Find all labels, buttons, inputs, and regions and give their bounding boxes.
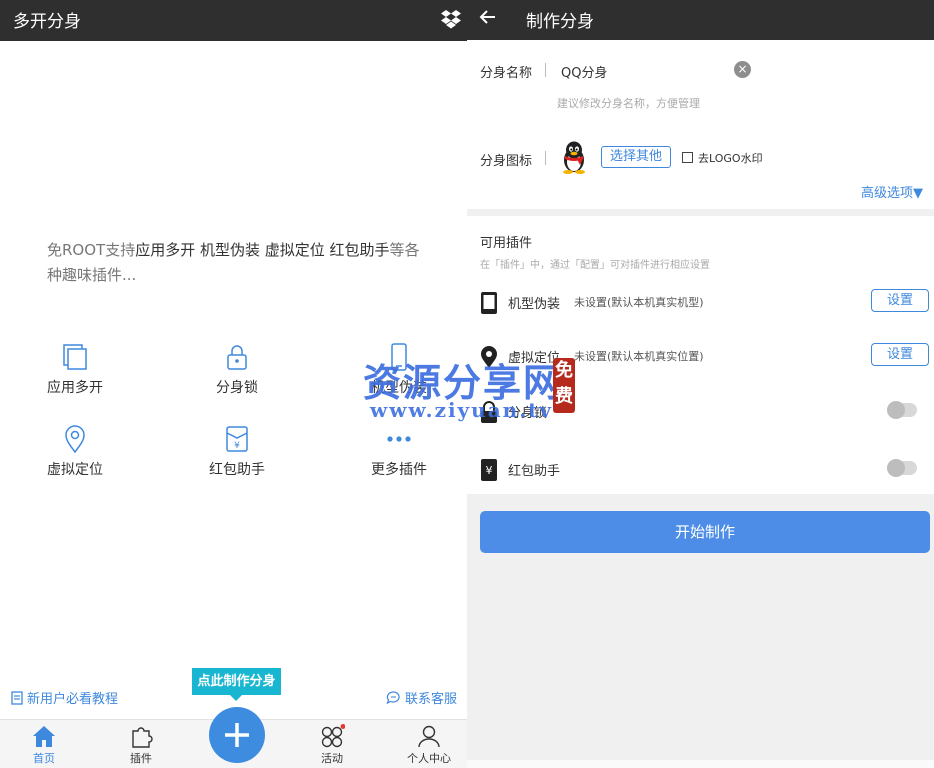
bottom-strip bbox=[467, 760, 934, 768]
tab-label: 首页 bbox=[33, 752, 55, 765]
svg-text:¥: ¥ bbox=[234, 441, 240, 451]
tutorial-link[interactable]: 新用户必看教程 bbox=[11, 688, 118, 707]
notification-badge bbox=[340, 724, 345, 729]
tab-label: 插件 bbox=[130, 752, 152, 765]
plugin-name: 红包助手 bbox=[508, 464, 561, 479]
tab-home[interactable]: 首页 bbox=[9, 724, 79, 766]
feature-label: 应用多开 bbox=[47, 380, 103, 396]
plugin-row-device: 机型伪装 未设置(默认本机真实机型) 设置 bbox=[467, 286, 934, 316]
chat-icon bbox=[386, 690, 400, 704]
phone-icon bbox=[481, 292, 497, 314]
clear-icon[interactable]: × bbox=[734, 61, 751, 78]
remove-logo-label: 去LOGO水印 bbox=[698, 152, 763, 165]
tab-profile[interactable]: 个人中心 bbox=[394, 724, 464, 766]
feature-label: 红包助手 bbox=[209, 462, 265, 478]
divider bbox=[545, 63, 546, 77]
name-label: 分身名称 bbox=[480, 66, 533, 81]
intro-highlight: 应用多开 机型伪装 虚拟定位 红包助手 bbox=[135, 241, 390, 259]
plugin-name: 机型伪装 bbox=[508, 297, 561, 312]
feature-label: 虚拟定位 bbox=[47, 462, 103, 478]
create-clone-tip: 点此制作分身 bbox=[192, 668, 281, 701]
tab-plugins[interactable]: 插件 bbox=[106, 724, 176, 766]
plus-icon bbox=[225, 723, 249, 747]
home-top-bar: 多开分身 bbox=[0, 0, 467, 41]
red-packet-icon: ¥ bbox=[226, 426, 248, 452]
user-icon bbox=[418, 725, 440, 748]
copy-icon bbox=[63, 344, 87, 370]
more-icon bbox=[387, 436, 411, 442]
watermark-seal: 免费 bbox=[553, 358, 575, 413]
page-title: 制作分身 bbox=[526, 12, 594, 32]
intro-prefix: 免ROOT支持 bbox=[47, 241, 136, 259]
feature-app-clone[interactable]: 应用多开 bbox=[20, 342, 130, 397]
lock-icon bbox=[227, 345, 247, 370]
feature-lock[interactable]: 分身锁 bbox=[182, 342, 292, 397]
location-settings-button[interactable]: 设置 bbox=[871, 343, 929, 366]
plugins-subtitle: 在「插件」中，通过「配置」可对插件进行相应设置 bbox=[480, 260, 710, 271]
red-packet-icon: ¥ bbox=[481, 459, 497, 481]
plugins-title: 可用插件 bbox=[480, 236, 533, 251]
plugin-desc: 未设置(默认本机真实位置) bbox=[574, 350, 704, 363]
app-title: 多开分身 bbox=[13, 12, 81, 32]
feature-virtual-location[interactable]: 虚拟定位 bbox=[20, 424, 130, 479]
clone-info-card: 分身名称 QQ分身 × 建议修改分身名称，方便管理 分身图标 选择其他 去LOG… bbox=[467, 40, 934, 209]
screenshot-root: 多开分身 免ROOT支持应用多开 机型伪装 虚拟定位 红包助手等各种趣味插件..… bbox=[0, 0, 934, 768]
lock-toggle[interactable] bbox=[887, 401, 917, 419]
clone-name-input[interactable]: QQ分身 bbox=[561, 62, 607, 81]
plugin-desc: 未设置(默认本机真实机型) bbox=[574, 296, 704, 309]
divider bbox=[545, 151, 546, 165]
icon-label: 分身图标 bbox=[480, 154, 533, 169]
tab-label: 活动 bbox=[321, 752, 343, 765]
name-hint: 建议修改分身名称，方便管理 bbox=[557, 97, 700, 110]
plugin-row-red-packet: ¥ 红包助手 bbox=[467, 453, 934, 483]
create-top-bar: 制作分身 bbox=[467, 0, 934, 40]
intro-text: 免ROOT支持应用多开 机型伪装 虚拟定位 红包助手等各种趣味插件... bbox=[47, 238, 432, 288]
create-clone-fab[interactable] bbox=[209, 707, 265, 763]
back-arrow-icon[interactable] bbox=[479, 8, 497, 26]
start-create-button[interactable]: 开始制作 bbox=[480, 511, 930, 553]
support-link-label: 联系客服 bbox=[405, 692, 458, 707]
support-link[interactable]: 联系客服 bbox=[386, 688, 457, 707]
feature-more-plugins[interactable]: 更多插件 bbox=[344, 424, 454, 479]
puzzle-icon bbox=[132, 727, 153, 748]
tutorial-link-label: 新用户必看教程 bbox=[27, 692, 119, 707]
feature-red-packet[interactable]: ¥ 红包助手 bbox=[182, 424, 292, 479]
qq-penguin-icon[interactable] bbox=[560, 140, 588, 174]
dropbox-icon[interactable] bbox=[440, 8, 462, 30]
advanced-options-toggle[interactable]: 高级选项▼ bbox=[861, 182, 923, 201]
device-settings-button[interactable]: 设置 bbox=[871, 289, 929, 312]
remove-logo-checkbox[interactable] bbox=[682, 152, 693, 163]
location-icon bbox=[65, 425, 85, 454]
svg-text:¥: ¥ bbox=[486, 464, 493, 477]
home-icon bbox=[33, 726, 55, 747]
activity-icon bbox=[321, 724, 345, 748]
book-icon bbox=[11, 690, 23, 705]
feature-label: 更多插件 bbox=[371, 462, 427, 478]
tab-label: 个人中心 bbox=[407, 752, 451, 765]
red-packet-toggle[interactable] bbox=[887, 459, 917, 477]
feature-label: 分身锁 bbox=[216, 380, 258, 396]
watermark-url: www.ziyuan.tv bbox=[370, 398, 554, 422]
choose-other-icon-button[interactable]: 选择其他 bbox=[601, 146, 671, 168]
tab-activity[interactable]: 活动 bbox=[297, 724, 367, 766]
